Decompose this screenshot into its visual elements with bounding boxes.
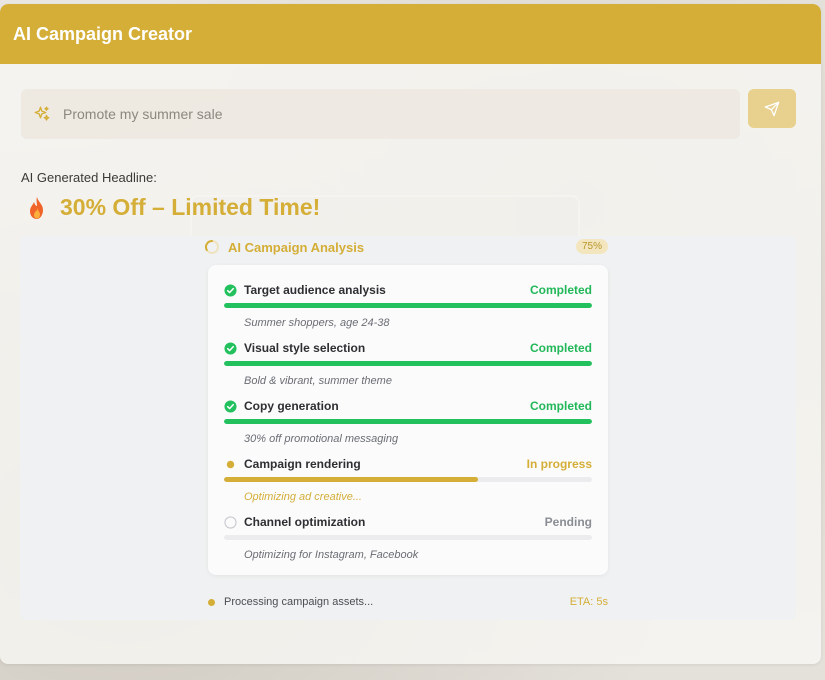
step-description: Bold & vibrant, summer theme [244,375,392,387]
step-target-audience: Target audience analysis Completed Summe… [224,281,592,339]
step-progress-bar [224,477,592,482]
step-status: Completed [529,283,592,297]
status-dot-icon [208,598,215,606]
step-status: Completed [529,399,592,413]
step-progress-bar [224,303,592,308]
eta-text: ETA: 5s [569,596,608,608]
headline-row: 30% Off – Limited Time! [26,194,320,221]
app-title: AI Campaign Creator [13,23,193,44]
step-label: Channel optimization [244,515,366,529]
dot-icon [224,458,237,471]
headline-label: AI Generated Headline: [21,170,157,185]
step-status: Completed [529,341,592,355]
progress-percent-badge: 75% [575,239,608,254]
step-progress-bar [224,419,592,424]
step-visual-style: Visual style selection Completed Bold & … [224,339,592,397]
step-progress-fill [224,419,592,424]
loader-icon [204,239,220,255]
send-icon [764,101,780,117]
ai-headline: 30% Off – Limited Time! [60,194,321,220]
step-description: Summer shoppers, age 24-38 [244,317,390,329]
prompt-row [21,89,796,139]
step-label: Visual style selection [244,341,366,355]
step-progress-bar [224,535,592,540]
step-campaign-rendering: Campaign rendering In progress Optimizin… [224,455,592,513]
step-progress-fill [224,303,592,308]
step-label: Campaign rendering [244,457,361,471]
check-circle-icon [224,399,237,413]
empty-circle-icon [224,515,237,529]
processing-text: Processing campaign assets... [224,596,374,608]
analysis-header: AI Campaign Analysis 75% [204,236,608,258]
step-progress-bar [224,361,592,366]
step-label: Target audience analysis [244,283,386,297]
steps-card: Target audience analysis Completed Summe… [208,265,608,575]
step-description: 30% off promotional messaging [244,433,399,445]
step-progress-fill [224,361,592,366]
step-description: Optimizing ad creative... [244,491,362,503]
prompt-field[interactable] [21,89,740,139]
step-description: Optimizing for Instagram, Facebook [244,549,419,561]
send-button[interactable] [748,89,796,128]
sparkle-icon [33,105,51,123]
step-copy-generation: Copy generation Completed 30% off promot… [224,397,592,455]
analysis-title: AI Campaign Analysis [228,239,365,255]
app-header: AI Campaign Creator [0,4,821,64]
step-channel-optimization: Channel optimization Pending Optimizing … [224,513,592,571]
fire-icon [26,196,48,220]
step-status: In progress [526,457,592,471]
processing-footer: Processing campaign assets... ETA: 5s [208,594,608,610]
step-label: Copy generation [244,399,339,413]
campaign-creator-card: AI Campaign Creator AI Generated Headlin… [0,4,821,664]
step-progress-fill [224,477,478,482]
step-status: Pending [544,515,592,529]
prompt-input[interactable] [63,106,703,122]
analysis-panel: AI Campaign Analysis 75% Target audience… [20,236,796,620]
check-circle-icon [224,341,237,355]
check-circle-icon [224,283,237,297]
